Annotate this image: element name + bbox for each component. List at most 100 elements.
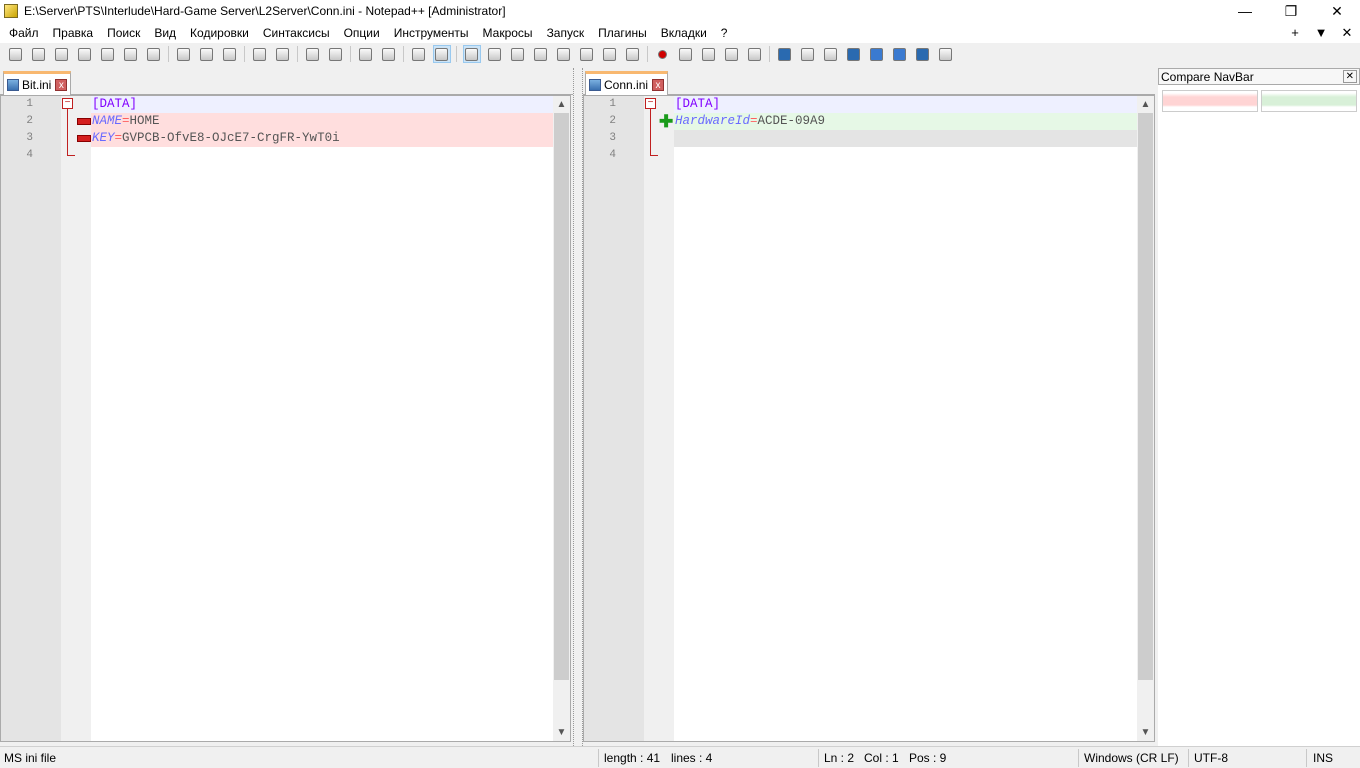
doc-map-button[interactable] bbox=[555, 45, 573, 63]
minimize-button[interactable]: — bbox=[1222, 0, 1268, 22]
fold-line bbox=[650, 109, 658, 156]
print-button[interactable] bbox=[145, 45, 163, 63]
toolbar-separator bbox=[297, 46, 298, 62]
menu-item[interactable]: Вкладки bbox=[654, 26, 714, 40]
monitor-button[interactable] bbox=[624, 45, 642, 63]
sync-horizontal-icon bbox=[435, 47, 448, 61]
zoom-out-button[interactable] bbox=[380, 45, 398, 63]
navbar-right-map[interactable] bbox=[1261, 90, 1357, 112]
close-all-button[interactable] bbox=[122, 45, 140, 63]
menu-item[interactable]: Кодировки bbox=[183, 26, 256, 40]
play-macro-button[interactable] bbox=[700, 45, 718, 63]
function-list-button[interactable] bbox=[578, 45, 596, 63]
compare-navbar-button[interactable] bbox=[937, 45, 955, 63]
save-all-button[interactable] bbox=[76, 45, 94, 63]
navbar-left-map[interactable] bbox=[1162, 90, 1258, 112]
compare-lines-button[interactable] bbox=[799, 45, 817, 63]
folder-workspace-button[interactable] bbox=[601, 45, 619, 63]
vertical-scrollbar[interactable]: ▲ ▼ bbox=[1137, 96, 1154, 741]
sync-horizontal-button[interactable] bbox=[432, 45, 451, 63]
navbar-close-button[interactable]: ✕ bbox=[1342, 70, 1357, 83]
editor-line[interactable]: 3 bbox=[584, 130, 1154, 147]
menu-item[interactable]: Запуск bbox=[540, 26, 592, 40]
run-macro-multiple-button[interactable] bbox=[723, 45, 741, 63]
first-diff-button[interactable] bbox=[845, 45, 863, 63]
fold-toggle-icon[interactable]: − bbox=[645, 98, 656, 109]
find-button[interactable] bbox=[304, 45, 322, 63]
paste-button[interactable] bbox=[221, 45, 239, 63]
menu-item[interactable]: Макросы bbox=[476, 26, 540, 40]
record-macro-icon bbox=[658, 49, 667, 59]
save-macro-button[interactable] bbox=[746, 45, 764, 63]
menu-item[interactable]: Файл bbox=[2, 26, 46, 40]
copy-button[interactable] bbox=[198, 45, 216, 63]
menu-item[interactable]: Правка bbox=[46, 26, 101, 40]
copy-icon bbox=[200, 47, 213, 61]
editor-line[interactable]: 4 bbox=[1, 147, 570, 164]
splitter[interactable] bbox=[573, 68, 583, 746]
last-diff-icon bbox=[916, 47, 929, 61]
editor-line[interactable]: 4 bbox=[584, 147, 1154, 164]
prev-diff-button[interactable] bbox=[868, 45, 886, 63]
close-icon bbox=[101, 47, 114, 61]
record-macro-button[interactable] bbox=[654, 45, 672, 63]
tab-bit-ini[interactable]: Bit.ini x bbox=[3, 71, 72, 95]
editor-line[interactable]: 2 NAME=HOME bbox=[1, 113, 570, 130]
show-all-chars-button[interactable] bbox=[486, 45, 504, 63]
save-button[interactable] bbox=[53, 45, 71, 63]
udl-button[interactable] bbox=[532, 45, 550, 63]
clear-compare-button[interactable] bbox=[822, 45, 840, 63]
line-number: 4 bbox=[609, 149, 616, 161]
first-diff-icon bbox=[847, 47, 860, 61]
new-file-button[interactable] bbox=[7, 45, 25, 63]
open-file-icon bbox=[32, 47, 45, 61]
stop-record-icon bbox=[679, 47, 692, 61]
last-diff-button[interactable] bbox=[914, 45, 932, 63]
play-macro-icon bbox=[702, 47, 715, 61]
next-diff-button[interactable] bbox=[891, 45, 909, 63]
indent-guide-button[interactable] bbox=[509, 45, 527, 63]
added-line-marker-icon: ✚ bbox=[659, 112, 674, 131]
editor-line[interactable]: 3 KEY=GVPCB-OfvE8-OJcE7-CrgFR-YwT0i bbox=[1, 130, 570, 147]
new-tab-button[interactable]: + bbox=[1282, 25, 1308, 40]
right-editor[interactable]: ▲ ▼ 1 [DATA] 2 HardwareId=ACDE-09A9 ✚ 3 4 − bbox=[583, 95, 1155, 742]
close-tab-icon[interactable]: x bbox=[55, 78, 68, 91]
open-file-button[interactable] bbox=[30, 45, 48, 63]
word-wrap-button[interactable] bbox=[462, 45, 481, 63]
restore-button[interactable]: ❐ bbox=[1268, 0, 1314, 22]
tab-list-button[interactable]: ▼ bbox=[1308, 25, 1334, 40]
find-icon bbox=[306, 47, 319, 61]
close-tab-icon[interactable]: x bbox=[652, 78, 665, 91]
status-insert-mode: INS bbox=[1313, 751, 1334, 765]
menu-item[interactable]: Плагины bbox=[591, 26, 654, 40]
menu-item[interactable]: Синтаксисы bbox=[256, 26, 337, 40]
folder-workspace-icon bbox=[603, 47, 616, 61]
fold-toggle-icon[interactable]: − bbox=[62, 98, 73, 109]
sync-vertical-button[interactable] bbox=[410, 45, 428, 63]
menu-item[interactable]: Инструменты bbox=[387, 26, 476, 40]
status-eol: Windows (CR LF) bbox=[1084, 751, 1179, 765]
vertical-scrollbar[interactable]: ▲ ▼ bbox=[553, 96, 570, 741]
compare-button[interactable] bbox=[776, 45, 794, 63]
tab-conn-ini[interactable]: Conn.ini x bbox=[585, 71, 669, 95]
zoom-in-button[interactable] bbox=[357, 45, 375, 63]
title-bar: E:\Server\PTS\Interlude\Hard-Game Server… bbox=[0, 0, 1360, 22]
redo-button[interactable] bbox=[274, 45, 292, 63]
replace-button[interactable] bbox=[327, 45, 345, 63]
menu-item[interactable]: Опции bbox=[337, 26, 387, 40]
status-bar: MS ini file length : 41 lines : 4 Ln : 2… bbox=[0, 746, 1360, 768]
cut-button[interactable] bbox=[175, 45, 193, 63]
menu-item[interactable]: Поиск bbox=[100, 26, 147, 40]
stop-record-button[interactable] bbox=[677, 45, 695, 63]
close-doc-button[interactable]: ✕ bbox=[1334, 25, 1360, 41]
left-editor[interactable]: ▲ ▼ 1 [DATA] 2 NAME=HOME 3 KEY=GVPCB-OfvE8-OJc… bbox=[0, 95, 571, 742]
editor-line[interactable]: 1 [DATA] bbox=[1, 96, 570, 113]
close-button[interactable]: ✕ bbox=[1314, 0, 1360, 22]
close-button[interactable] bbox=[99, 45, 117, 63]
editor-line[interactable]: 1 [DATA] bbox=[584, 96, 1154, 113]
editor-line[interactable]: 2 HardwareId=ACDE-09A9 ✚ bbox=[584, 113, 1154, 130]
removed-line-marker-icon bbox=[77, 118, 91, 125]
undo-button[interactable] bbox=[251, 45, 269, 63]
menu-item[interactable]: Вид bbox=[147, 26, 183, 40]
menu-item[interactable]: ? bbox=[714, 26, 735, 40]
